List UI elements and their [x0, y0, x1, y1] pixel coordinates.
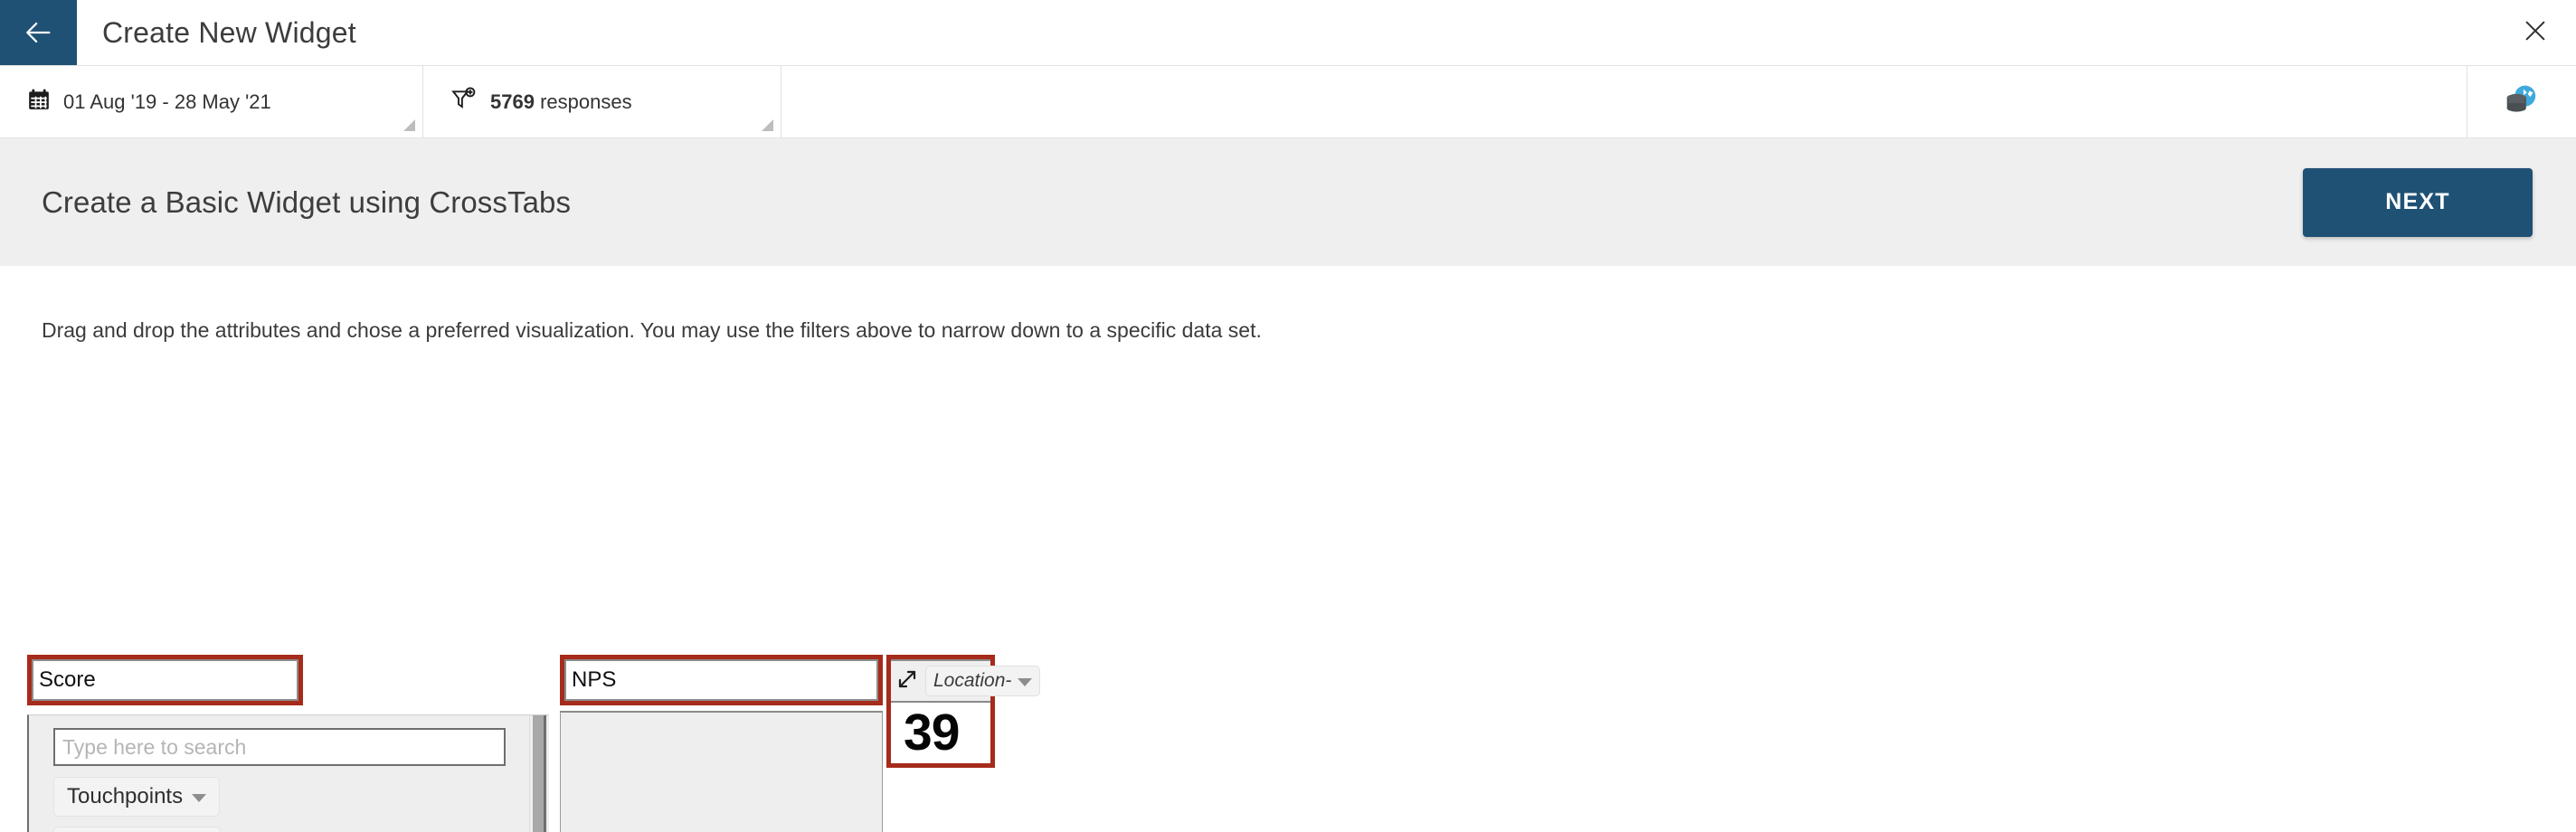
crosstab-builder: Score Touchpoints Screen Size	[27, 655, 1041, 832]
date-range-label: 01 Aug '19 - 28 May '21	[63, 90, 271, 113]
column-attribute-column: NPS	[560, 655, 883, 832]
widget-builder-heading: Create a Basic Widget using CrossTabs	[42, 184, 572, 219]
arrow-left-icon	[24, 17, 54, 48]
resize-corner-icon[interactable]	[762, 119, 773, 131]
attribute-picker-panel: Touchpoints Screen Size NPS	[27, 714, 549, 832]
response-count: 5769	[490, 90, 535, 113]
column-drop-area[interactable]	[560, 711, 883, 832]
instructions-text: Drag and drop the attributes and chose a…	[42, 318, 1262, 342]
list-item: Screen Size	[53, 827, 549, 832]
date-range-filter[interactable]: 01 Aug '19 - 28 May '21	[0, 66, 423, 137]
title-bar: Create New Widget	[0, 0, 2576, 66]
search-input[interactable]	[53, 728, 506, 766]
attribute-list: Touchpoints Screen Size NPS	[29, 766, 549, 832]
close-button[interactable]	[2495, 0, 2576, 65]
titlebar-spacer	[356, 0, 2495, 65]
response-count-label: responses	[540, 90, 632, 113]
attribute-chip-touchpoints[interactable]: Touchpoints	[53, 777, 221, 817]
widget-dimension-label: Location-	[933, 670, 1012, 691]
widget-preview-highlight: Location- 39	[886, 655, 1041, 768]
resize-corner-icon[interactable]	[403, 119, 415, 131]
row-field-value[interactable]: Score	[32, 659, 298, 701]
database-globe-icon	[2501, 79, 2543, 125]
page-title: Create New Widget	[102, 15, 356, 49]
chevron-down-icon	[1018, 678, 1033, 686]
page-header-strip: Create a Basic Widget using CrossTabs NE…	[0, 138, 2576, 266]
column-field-highlight: NPS	[560, 655, 883, 705]
expand-diagonal-icon[interactable]	[896, 668, 918, 695]
scrollbar-thumb[interactable]	[533, 715, 546, 832]
widget-score-value: 39	[904, 704, 960, 761]
response-count-filter[interactable]: 5769 responses	[423, 66, 781, 137]
column-field-value[interactable]: NPS	[564, 659, 878, 701]
close-icon	[2523, 18, 2548, 48]
attribute-picker-scrollbar[interactable]	[529, 715, 549, 832]
attribute-chip-screen-size[interactable]: Screen Size	[53, 827, 222, 832]
calendar-icon	[27, 88, 51, 117]
widget-dimension-chip[interactable]: Location-	[925, 666, 1041, 696]
widget-value-container: 39	[891, 701, 990, 763]
filter-bar: 01 Aug '19 - 28 May '21 5769 responses	[0, 66, 2576, 138]
widget-preview-column: Location- 39	[886, 655, 1041, 768]
next-button[interactable]: NEXT	[2303, 167, 2533, 237]
back-button[interactable]	[0, 0, 77, 65]
list-item: Touchpoints	[53, 777, 549, 827]
row-attribute-column: Score Touchpoints Screen Size	[27, 655, 549, 832]
widget-toolbar: Location-	[891, 659, 1041, 701]
attribute-label: Touchpoints	[67, 784, 184, 808]
filter-bar-empty-area	[781, 66, 2467, 137]
row-field-highlight: Score	[27, 655, 303, 705]
data-source-button[interactable]	[2467, 66, 2576, 137]
chevron-down-icon	[192, 794, 207, 802]
filter-add-icon	[450, 86, 478, 118]
main-content: Drag and drop the attributes and chose a…	[0, 266, 2576, 832]
